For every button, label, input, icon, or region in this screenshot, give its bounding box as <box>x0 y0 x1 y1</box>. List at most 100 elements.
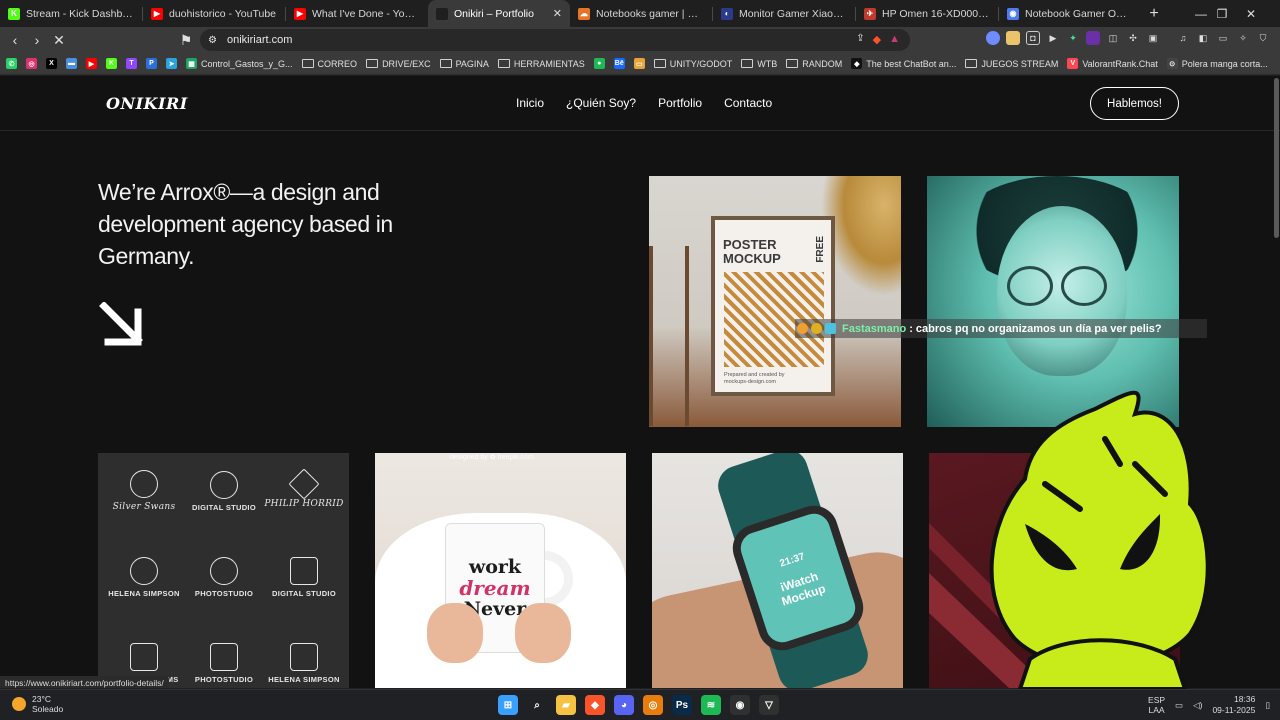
bookmark-icon[interactable]: ⚑ <box>175 29 197 51</box>
bookmark-item[interactable]: ➤ <box>166 58 177 69</box>
logo-name: DIGITAL STUDIO <box>272 588 336 598</box>
bookmark-folder[interactable]: PAGINA <box>439 59 489 69</box>
bookmark-folder[interactable]: RANDOM <box>786 59 842 69</box>
arrow-down-right-icon[interactable] <box>98 302 144 348</box>
bookmark-item[interactable]: Bē <box>613 58 625 69</box>
bookmark-item[interactable]: ◎ <box>26 58 37 69</box>
camera-icon <box>130 642 158 671</box>
spotify-icon[interactable]: ≋ <box>701 695 721 715</box>
browser-tab[interactable]: Onikiri – Portfolio ✕ <box>428 0 570 27</box>
bookmark-label: JUEGOS STREAM <box>981 58 1059 69</box>
hand-image <box>427 603 483 663</box>
discord-icon[interactable]: ◕ <box>614 695 634 715</box>
poster-free-label: FREE <box>815 236 826 263</box>
bookmark-item[interactable]: ▬ <box>66 58 77 69</box>
address-bar[interactable]: ⚙ onikiriart.com ⇪ ◆ ▲ <box>200 29 910 51</box>
link-status-url: https://www.onikiriart.com/portfolio-det… <box>0 676 169 688</box>
bookmark-folder[interactable]: CORREO <box>301 58 358 69</box>
bookmark-item[interactable]: ▦ Control_Gastos_y_G... <box>186 58 293 69</box>
nav-link-inicio[interactable]: Inicio <box>516 96 544 110</box>
portfolio-card-poster[interactable]: POSTER MOCKUP FREE Prepared and created … <box>649 176 901 427</box>
leo-ai-icon[interactable]: ✧ <box>1236 31 1250 45</box>
sidebar-icon[interactable]: ◧ <box>1196 31 1210 45</box>
bookmark-label: CORREO <box>317 58 358 69</box>
browser-tab[interactable]: ▶ What I've Done - YouTube <box>286 0 428 27</box>
bookmark-folder[interactable]: WTB <box>741 59 777 69</box>
browser-tab[interactable]: ◉ Notebook Gamer Omen 16-ap <box>999 0 1141 27</box>
glasses-image <box>1061 266 1107 306</box>
bookmark-item[interactable]: ▭ <box>633 58 645 69</box>
obs-icon[interactable]: ◉ <box>730 695 750 715</box>
nav-link-quien-soy[interactable]: ¿Quién Soy? <box>566 96 636 110</box>
menu-icon[interactable]: ≡ <box>1276 31 1280 45</box>
window-close-button[interactable]: ✕ <box>1228 0 1274 27</box>
hablemos-button[interactable]: Hablemos! <box>1090 87 1179 120</box>
bookmark-item[interactable]: ✆ <box>6 58 17 69</box>
folder-icon <box>741 59 754 68</box>
extension-icon[interactable] <box>986 31 1000 45</box>
extension-icon[interactable] <box>1086 31 1100 45</box>
portfolio-card-watch[interactable]: 21:37 iWatch Mockup <box>652 453 903 688</box>
browser-tab[interactable]: ◐ Monitor Gamer Xiaomi G24i, 2 <box>713 0 855 27</box>
tab-title: Monitor Gamer Xiaomi G24i, 2 <box>739 7 847 20</box>
portfolio-card-logos[interactable]: Silver Swans DIGITAL STUDIO PHILIP HORRID H… <box>98 453 349 688</box>
bookmark-item[interactable]: X <box>46 58 57 69</box>
blender-icon[interactable]: ◎ <box>643 695 663 715</box>
site-info-icon[interactable]: ⚙ <box>208 35 217 46</box>
browser-tab[interactable]: K Stream - Kick Dashboard <box>0 0 142 27</box>
vpn-shield-icon[interactable]: ⛉ <box>1256 31 1270 45</box>
close-tab-icon[interactable]: ✕ <box>553 7 562 20</box>
bookmark-item[interactable]: P <box>146 58 157 69</box>
brave-shields-icon[interactable]: ◆ <box>873 33 881 46</box>
weather-widget[interactable]: 23°C Soleado <box>12 694 63 714</box>
media-icon[interactable]: ♫ <box>1176 31 1190 45</box>
portfolio-card-mug[interactable]: designed by ✿ freepik.com work dream Nev… <box>375 453 626 688</box>
site-logo[interactable]: ONIKIRI <box>106 94 188 113</box>
new-tab-button[interactable]: + <box>1141 5 1167 23</box>
wallet-icon[interactable]: ▭ <box>1216 31 1230 45</box>
volume-icon[interactable]: ◁) <box>1193 700 1202 711</box>
nav-link-contacto[interactable]: Contacto <box>724 96 772 110</box>
bookmark-item[interactable]: ◆ The best ChatBot an... <box>851 58 956 69</box>
bookmark-item[interactable]: ● <box>593 58 605 69</box>
extension-icon[interactable]: ◘ <box>1026 31 1040 45</box>
puzzle-icon[interactable]: ✣ <box>1126 31 1140 45</box>
extension-icon[interactable]: ▣ <box>1146 31 1160 45</box>
explorer-icon[interactable]: ▰ <box>556 695 576 715</box>
stop-loading-button[interactable]: ✕ <box>48 29 70 51</box>
network-icon[interactable]: ▭ <box>1175 700 1183 711</box>
bookmark-folder[interactable]: UNITY/GODOT <box>653 59 732 69</box>
start-icon[interactable]: ⊞ <box>498 695 518 715</box>
language-indicator[interactable]: ESP LAA <box>1148 695 1165 715</box>
extension-icon[interactable]: ✦ <box>1066 31 1080 45</box>
page-scrollbar[interactable] <box>1274 78 1279 238</box>
brave-icon[interactable]: ◆ <box>585 695 605 715</box>
nav-link-portfolio[interactable]: Portfolio <box>658 96 702 110</box>
search-icon[interactable]: ⌕ <box>527 695 547 715</box>
tab-title: Notebooks gamer | SoloTodo.cl <box>596 7 704 20</box>
share-icon[interactable]: ⇪ <box>856 33 864 46</box>
bookmark-favicon-icon: ▶ <box>86 58 97 69</box>
browser-tab[interactable]: ☁ Notebooks gamer | SoloTodo.cl <box>570 0 712 27</box>
bookmark-folder[interactable]: DRIVE/EXC <box>366 59 431 69</box>
notifications-icon[interactable]: ▯ <box>1265 700 1270 711</box>
valorant-tracker-icon[interactable]: ▽ <box>759 695 779 715</box>
forward-button[interactable]: › <box>26 29 48 51</box>
tab-favicon-icon: ▶ <box>151 7 163 20</box>
extension-icon[interactable]: ▶ <box>1046 31 1060 45</box>
bookmark-item[interactable]: ▶ <box>86 58 97 69</box>
browser-tab[interactable]: ▶ duohistorico - YouTube <box>143 0 285 27</box>
bookmark-folder[interactable]: HERRAMIENTAS <box>497 59 585 69</box>
bookmark-item[interactable]: T <box>126 58 137 69</box>
extension-icon[interactable]: ◫ <box>1106 31 1120 45</box>
photoshop-icon[interactable]: Ps <box>672 695 692 715</box>
bookmark-item[interactable]: V ValorantRank.Chat <box>1067 58 1158 69</box>
bookmark-folder[interactable]: JUEGOS STREAM <box>965 59 1058 69</box>
extension-icon[interactable] <box>1006 31 1020 45</box>
bookmark-item[interactable]: ⊙ Polera manga corta... <box>1166 58 1268 69</box>
back-button[interactable]: ‹ <box>4 29 26 51</box>
clock[interactable]: 18:36 09-11-2025 <box>1212 694 1255 716</box>
bookmark-item[interactable]: K <box>106 58 117 69</box>
browser-tab[interactable]: ✈ HP Omen 16-XD0002LA [A29ET <box>856 0 998 27</box>
brave-rewards-icon[interactable]: ▲ <box>889 33 900 46</box>
